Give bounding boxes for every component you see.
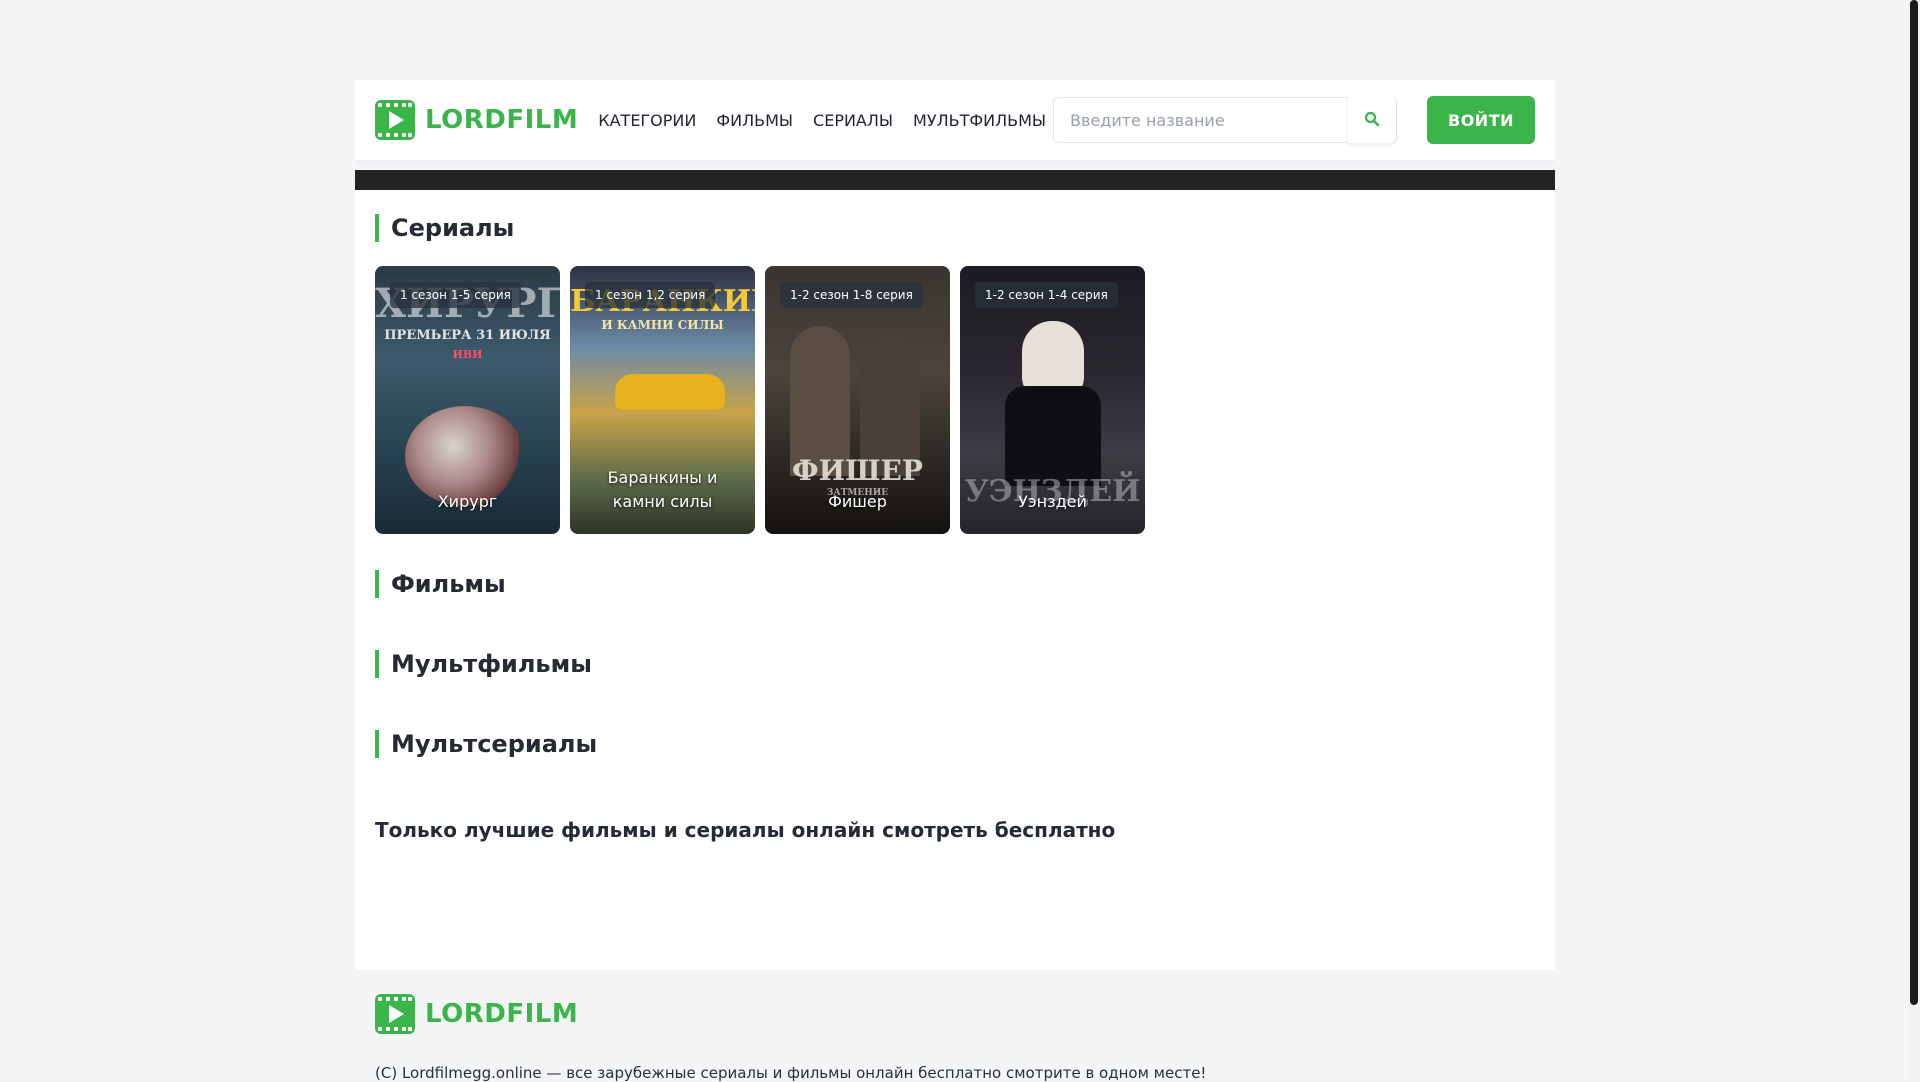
header-logo[interactable]: LORDFILM <box>375 100 578 140</box>
page: LORDFILM КАТЕГОРИИ ФИЛЬМЫ СЕРИАЛЫ МУЛЬТФ… <box>355 80 1555 1082</box>
nav-item-series[interactable]: СЕРИАЛЫ <box>813 111 893 130</box>
header-divider <box>355 160 1555 166</box>
dark-banner-bar <box>355 170 1555 190</box>
poster-caption: ПРЕМЬЕРА 31 ИЮЛЯ <box>384 328 551 343</box>
episode-badge: 1-2 сезон 1-8 серия <box>780 282 923 308</box>
card-title: Фишер <box>828 492 887 511</box>
poster-logo: ИВИ <box>452 348 483 361</box>
series-cards: ХИРУРГ ПРЕМЬЕРА 31 ИЮЛЯ ИВИ 1 сезон 1-5 … <box>375 266 1535 534</box>
card-title: Уэнздей <box>1018 492 1087 511</box>
poster-title-art: ФИШЕР <box>792 454 923 487</box>
section-title-series[interactable]: Сериалы <box>375 214 1535 242</box>
cartoons-list <box>375 702 1535 726</box>
series-card[interactable]: ХИРУРГ ПРЕМЬЕРА 31 ИЮЛЯ ИВИ 1 сезон 1-5 … <box>375 266 560 534</box>
episode-badge: 1 сезон 1,2 серия <box>585 282 716 308</box>
footer-copyright: (C) Lordfilmegg.online — все зарубежные … <box>375 1064 1207 1082</box>
poster-image <box>1005 386 1101 486</box>
card-title: Баранкины и камни силы <box>607 468 718 511</box>
site-footer: LORDFILM (C) Lordfilmegg.online — все за… <box>355 970 1555 1082</box>
poster-caption: И КАМНИ СИЛЫ <box>601 318 724 332</box>
series-card[interactable]: УЭНЗДЕЙ 1-2 сезон 1-4 серия Уэнздей <box>960 266 1145 534</box>
search-box <box>1053 97 1397 143</box>
section-title-films[interactable]: Фильмы <box>375 570 1535 598</box>
search-button[interactable] <box>1348 97 1396 143</box>
section-title-cartoon-series[interactable]: Мультсериалы <box>375 730 1535 758</box>
site-header: LORDFILM КАТЕГОРИИ ФИЛЬМЫ СЕРИАЛЫ МУЛЬТФ… <box>355 80 1555 160</box>
series-card[interactable]: ФИШЕР ЗАТМЕНИЕ 1-2 сезон 1-8 серия Фишер <box>765 266 950 534</box>
cartoon-series-list <box>375 782 1535 806</box>
seo-heading: Только лучшие фильмы и сериалы онлайн см… <box>375 818 1116 842</box>
series-card[interactable]: БАРАНКИНЫ И КАМНИ СИЛЫ 1 сезон 1,2 серия… <box>570 266 755 534</box>
nav-item-categories[interactable]: КАТЕГОРИИ <box>598 111 696 130</box>
search-input[interactable] <box>1054 98 1348 142</box>
search-icon <box>1364 111 1380 130</box>
section-title-cartoons[interactable]: Мультфильмы <box>375 650 1535 678</box>
page-scrollbar[interactable] <box>1908 0 1920 1080</box>
main-nav: КАТЕГОРИИ ФИЛЬМЫ СЕРИАЛЫ МУЛЬТФИЛЬМЫ <box>598 111 1046 130</box>
nav-item-films[interactable]: ФИЛЬМЫ <box>716 111 793 130</box>
poster-image <box>615 374 725 410</box>
brand-name: LORDFILM <box>425 105 579 135</box>
episode-badge: 1 сезон 1-5 серия <box>390 282 521 308</box>
film-play-icon <box>375 100 415 140</box>
footer-brand-name: LORDFILM <box>425 999 579 1029</box>
episode-badge: 1-2 сезон 1-4 серия <box>975 282 1118 308</box>
films-list <box>375 622 1535 646</box>
film-play-icon <box>375 994 415 1034</box>
footer-logo[interactable]: LORDFILM <box>375 994 1535 1034</box>
nav-item-cartoons[interactable]: МУЛЬТФИЛЬМЫ <box>913 111 1046 130</box>
scrollbar-thumb[interactable] <box>1910 0 1918 1005</box>
card-title: Хирург <box>437 492 498 511</box>
main-content: Сериалы ХИРУРГ ПРЕМЬЕРА 31 ИЮЛЯ ИВИ 1 се… <box>355 190 1555 970</box>
login-button[interactable]: ВОЙТИ <box>1427 96 1535 144</box>
